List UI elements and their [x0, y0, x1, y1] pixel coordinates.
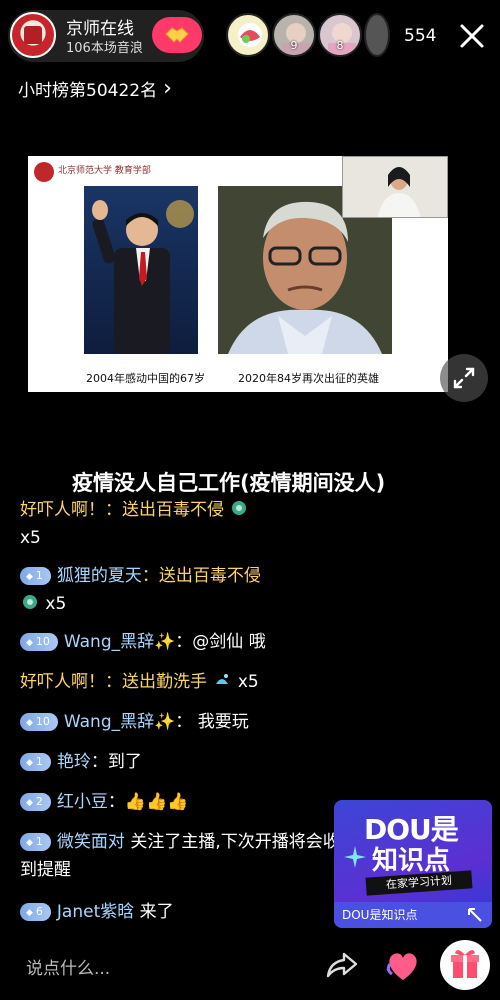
chat-message: 10 Wang_黑辞✨： 我要玩: [20, 708, 340, 736]
close-button[interactable]: [454, 18, 490, 54]
slide-caption: 2004年感动中国的67岁: [86, 372, 205, 385]
chat-message: 6 Janet紫晗 来了: [20, 898, 340, 926]
user-level-badge: 10: [20, 633, 58, 651]
promo-title: 知识点: [372, 846, 451, 876]
username[interactable]: Wang_黑辞✨: [64, 712, 175, 732]
share-icon: [326, 952, 358, 978]
handshake-icon: [165, 27, 189, 43]
message-text: ：@剑仙 哦: [175, 632, 266, 652]
promo-footer: DOU是知识点: [334, 902, 492, 928]
host-audio-wave-count: 106本场音浪: [66, 41, 143, 56]
user-level-badge: 1: [20, 567, 51, 585]
comment-input[interactable]: 说点什么...: [26, 954, 110, 979]
slide-photo-2004: [84, 186, 198, 354]
share-button[interactable]: [322, 944, 362, 984]
dou-knowledge-promo-card[interactable]: DOU是 知识点 在家学习计划 DOU是知识点: [334, 800, 492, 928]
viewer-avatar[interactable]: 8: [318, 13, 362, 57]
gift-count: x5: [45, 594, 67, 614]
slide-logo-text: 北京师范大学 教育学部: [58, 166, 151, 176]
username[interactable]: 狐狸的夏天: [57, 566, 142, 586]
presentation-slide: 北京师范大学 教育学部 2004年感动中国的67岁 2020年84岁再次出征的英…: [28, 156, 448, 392]
rank-text: 小时榜第50422名: [18, 81, 158, 101]
promo-label: DOU是知识点: [342, 908, 418, 922]
chat-message: 10 Wang_黑辞✨：@剑仙 哦: [20, 628, 340, 656]
message-text: 来了: [139, 902, 174, 922]
university-logo: [34, 162, 54, 182]
chat-message: 1 艳玲：到了: [20, 748, 340, 776]
slide-caption: 2020年84岁再次出征的英雄: [238, 372, 379, 385]
chat-message: 2 红小豆：👍👍👍: [20, 788, 340, 816]
chat-message: 1 狐狸的夏天：送出百毒不侵 x5: [20, 562, 340, 618]
virus-shield-gift-icon: [232, 501, 247, 515]
username[interactable]: 艳玲: [57, 752, 91, 772]
user-level-badge: 6: [20, 903, 51, 921]
viewer-avatar[interactable]: [364, 13, 390, 57]
expand-icon[interactable]: [466, 906, 484, 924]
gift-button[interactable]: [440, 940, 490, 990]
chat-message: 1微笑面对 关注了主播,下次开播将会收到提醒: [20, 828, 340, 884]
hourly-rank[interactable]: 小时榜第50422名 ›: [18, 76, 172, 101]
viewer-avatar[interactable]: 9: [272, 13, 316, 57]
username[interactable]: 红小豆: [57, 792, 108, 812]
username[interactable]: 微笑面对: [57, 832, 125, 852]
chat-message: 好吓人啊！：送出勤洗手 x5: [20, 668, 340, 696]
gift-text: 好吓人啊！：送出勤洗手: [20, 672, 207, 692]
like-button[interactable]: [380, 942, 426, 986]
chat-message: 好吓人啊！：送出百毒不侵 x5: [20, 496, 340, 552]
gift-text: 好吓人啊！：送出百毒不侵: [20, 500, 224, 520]
heart-icon: [386, 953, 417, 980]
hand-wash-gift-icon: [216, 674, 229, 684]
gift-box-icon: [451, 949, 479, 978]
user-level-badge: 2: [20, 793, 51, 811]
gift-count: x5: [20, 528, 41, 548]
virus-shield-gift-icon: [23, 595, 37, 609]
sparkle-icon: [344, 846, 366, 868]
username[interactable]: Janet紫晗: [57, 902, 134, 922]
message-text: ：到了: [90, 752, 142, 772]
chevron-right-icon: ›: [163, 76, 172, 101]
username[interactable]: Wang_黑辞✨: [64, 632, 175, 652]
user-level-badge: 1: [20, 833, 51, 851]
follow-button[interactable]: [152, 17, 202, 53]
user-level-badge: 1: [20, 753, 51, 771]
presenter-camera-pip[interactable]: [342, 156, 448, 218]
host-avatar[interactable]: [10, 12, 56, 58]
host-name: 京师在线: [66, 19, 134, 39]
expand-icon: [453, 367, 475, 389]
message-text: ：👍👍👍: [107, 792, 189, 812]
viewer-count[interactable]: 554: [404, 26, 436, 46]
user-level-badge: 10: [20, 713, 58, 731]
viewer-avatar[interactable]: [226, 13, 270, 57]
fullscreen-button[interactable]: [440, 354, 488, 402]
live-header: 京师在线 106本场音浪 9 8 554 小时榜第50422名 ›: [0, 0, 500, 101]
message-text: ： 我要玩: [175, 712, 249, 732]
gift-text: ：送出百毒不侵: [141, 566, 261, 586]
article-title-overlay: 疫情没人自己工作(疫情期间没人): [72, 471, 386, 495]
close-icon: [460, 24, 484, 48]
gift-count: x5: [237, 672, 259, 692]
